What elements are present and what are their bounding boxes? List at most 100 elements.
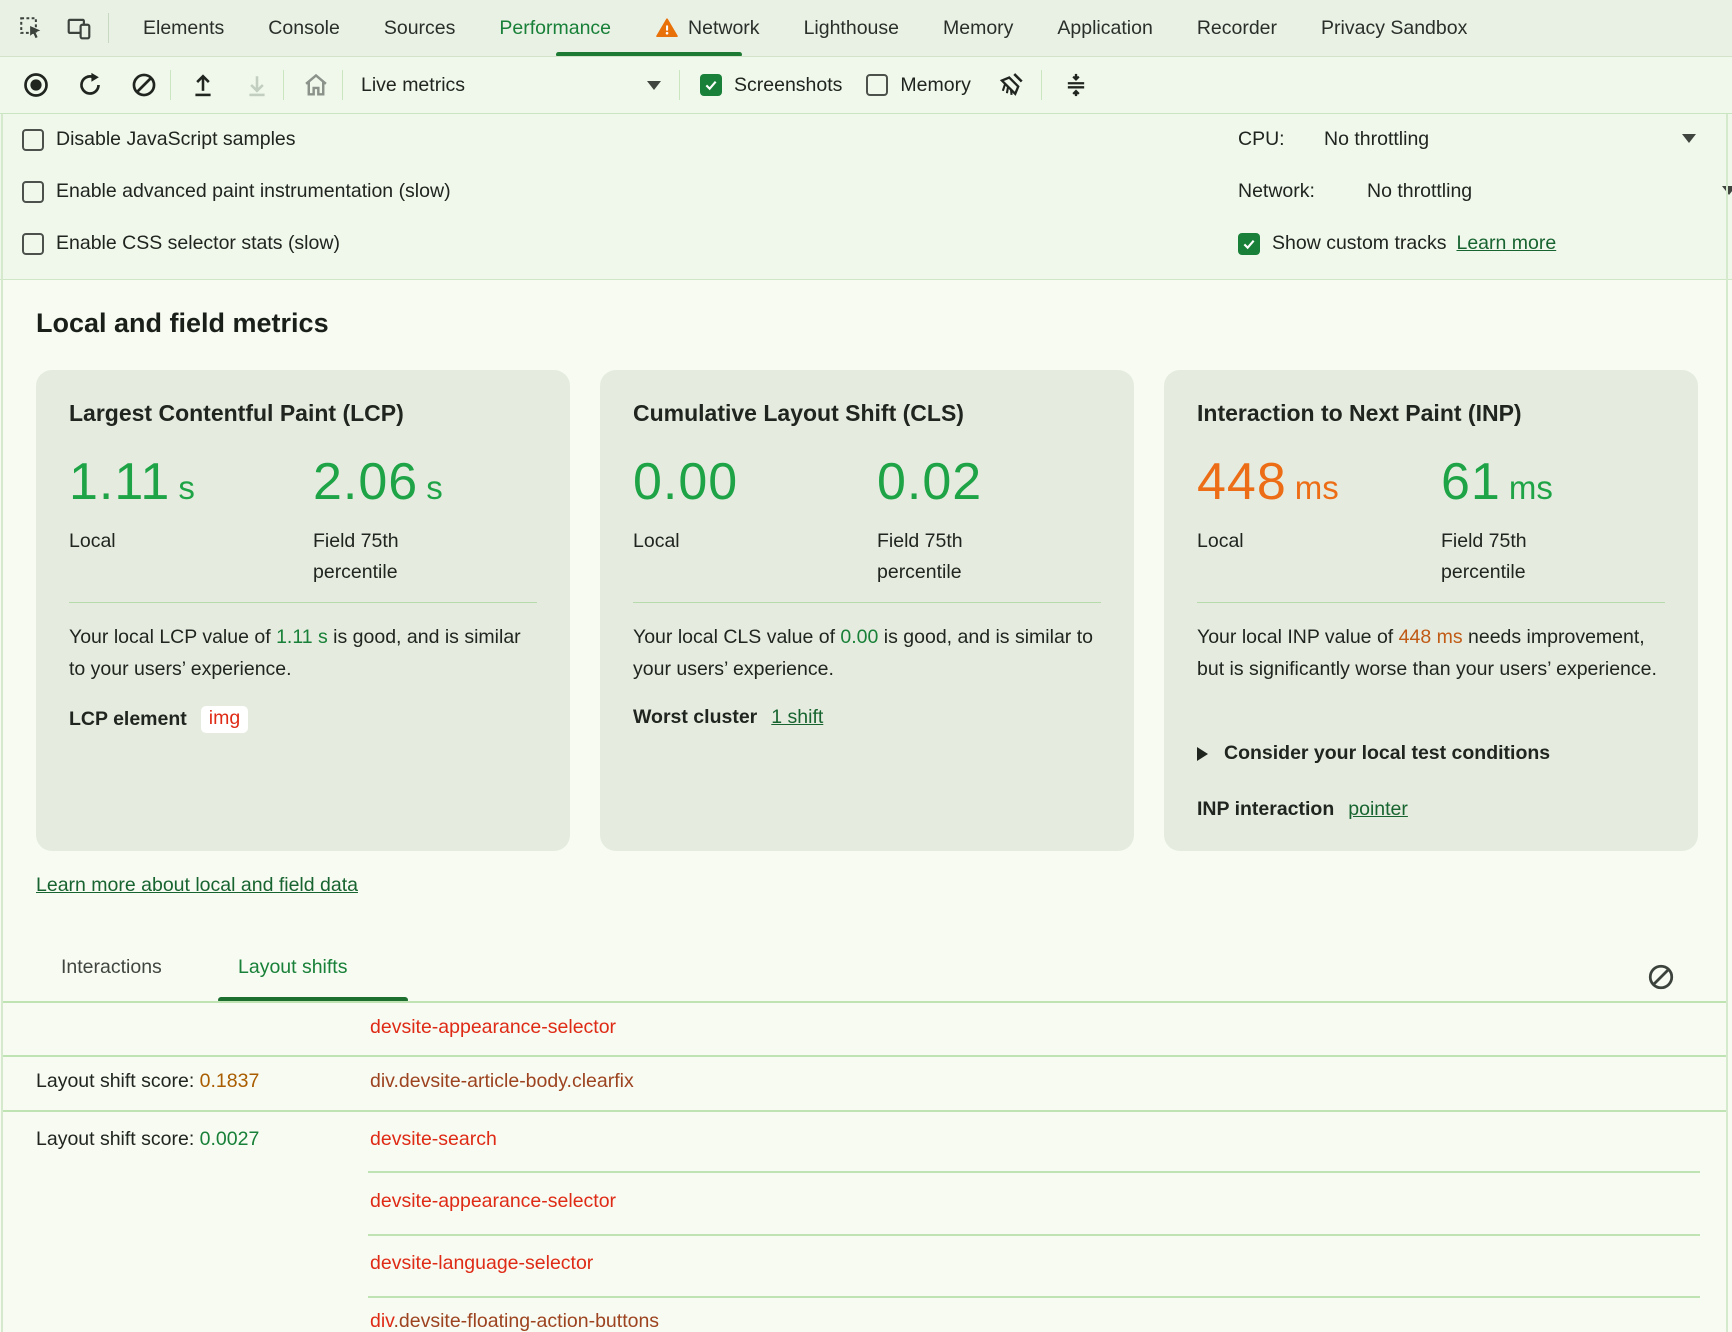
tab-interactions[interactable]: Interactions [61, 956, 162, 979]
devtools-tabbar: Elements Console Sources Performance Net… [0, 0, 1732, 57]
tab-recorder[interactable]: Recorder [1175, 0, 1299, 56]
divider [1197, 602, 1665, 603]
inp-card-title: Interaction to Next Paint (INP) [1197, 400, 1522, 427]
tab-performance[interactable]: Performance [477, 0, 633, 56]
divider [368, 1296, 1700, 1298]
inp-card: Interaction to Next Paint (INP) 448ms Lo… [1164, 370, 1698, 851]
garbage-collect-icon[interactable] [995, 69, 1027, 101]
layout-shift-node-link[interactable]: div.devsite-article-body.clearfix [370, 1070, 634, 1093]
divider [170, 70, 171, 100]
warning-triangle-icon [655, 16, 679, 40]
layout-shift-node-link[interactable]: div.devsite-floating-action-buttons [370, 1310, 659, 1332]
live-metrics-view: Local and field metrics Largest Contentf… [0, 280, 1732, 1332]
performance-toolbar: Live metrics Screenshots Memory [0, 57, 1732, 114]
tab-network[interactable]: Network [633, 0, 782, 56]
divider [342, 70, 343, 100]
inp-field-value: 61ms Field 75th percentile [1441, 452, 1591, 588]
screenshots-label: Screenshots [734, 74, 842, 97]
lcp-element-row: LCP element img [69, 706, 248, 733]
panel-tabs: Elements Console Sources Performance Net… [121, 0, 1489, 56]
divider [633, 602, 1101, 603]
layout-shift-node-link[interactable]: devsite-search [370, 1128, 497, 1151]
live-metrics-label: Live metrics [361, 74, 465, 97]
local-test-conditions-expander[interactable]: Consider your local test conditions [1197, 742, 1550, 765]
divider [368, 1171, 1700, 1173]
memory-checkbox[interactable]: Memory [866, 74, 970, 97]
cls-field-value: 0.02 Field 75th percentile [877, 452, 1027, 588]
layout-shift-node-link[interactable]: devsite-language-selector [370, 1252, 593, 1275]
cls-summary: Your local CLS value of 0.00 is good, an… [633, 622, 1103, 685]
lcp-card: Largest Contentful Paint (LCP) 1.11s Loc… [36, 370, 570, 851]
custom-tracks-label: Show custom tracks [1272, 232, 1446, 255]
inp-interaction-link[interactable]: pointer [1348, 798, 1408, 821]
capture-settings-section: Disable JavaScript samples Enable advanc… [0, 114, 1732, 280]
upload-profile-icon[interactable] [187, 69, 219, 101]
network-label: Network: [1238, 180, 1315, 203]
checkbox-unchecked-icon [22, 181, 44, 203]
advanced-paint-checkbox[interactable]: Enable advanced paint instrumentation (s… [22, 180, 451, 203]
tab-console[interactable]: Console [246, 0, 362, 56]
memory-label: Memory [900, 74, 970, 97]
worst-cluster-link[interactable]: 1 shift [771, 706, 823, 729]
tab-layout-shifts[interactable]: Layout shifts [238, 956, 347, 979]
download-profile-icon [241, 69, 273, 101]
tab-privacy-sandbox[interactable]: Privacy Sandbox [1299, 0, 1489, 56]
cls-card: Cumulative Layout Shift (CLS) 0.00 Local… [600, 370, 1134, 851]
tab-sources[interactable]: Sources [362, 0, 478, 56]
layout-shift-node-link[interactable]: devsite-appearance-selector [370, 1016, 616, 1039]
cls-local-value: 0.00 Local [633, 452, 783, 557]
divider [283, 70, 284, 100]
lcp-field-value: 2.06s Field 75th percentile [313, 452, 463, 588]
local-field-data-learn-more-link[interactable]: Learn more about local and field data [36, 874, 358, 897]
checkbox-unchecked-icon [866, 74, 888, 96]
divider [368, 1234, 1700, 1236]
cpu-label: CPU: [1238, 128, 1285, 151]
clear-icon[interactable] [128, 69, 160, 101]
lcp-summary: Your local LCP value of 1.11 s is good, … [69, 622, 539, 685]
chevron-down-icon[interactable] [1682, 134, 1696, 143]
cls-card-title: Cumulative Layout Shift (CLS) [633, 400, 964, 427]
collapse-shortcuts-icon[interactable] [1060, 69, 1092, 101]
custom-tracks-learn-more-link[interactable]: Learn more [1456, 232, 1556, 255]
worst-cluster-row: Worst cluster 1 shift [633, 706, 823, 729]
divider [69, 602, 537, 603]
tab-application[interactable]: Application [1035, 0, 1174, 56]
network-throttling-select[interactable]: No throttling [1367, 180, 1472, 203]
checkbox-unchecked-icon [22, 233, 44, 255]
checkbox-checked-icon [1238, 233, 1260, 255]
lcp-local-value: 1.11s Local [69, 452, 219, 557]
cpu-throttling-select[interactable]: No throttling [1324, 128, 1429, 151]
device-toolbar-icon[interactable] [62, 11, 96, 45]
lcp-card-title: Largest Contentful Paint (LCP) [69, 400, 404, 427]
reload-record-icon[interactable] [74, 69, 106, 101]
divider [108, 13, 109, 43]
triangle-right-icon [1197, 747, 1208, 761]
live-metrics-home-icon[interactable] [300, 69, 332, 101]
divider [3, 1055, 1727, 1057]
disable-js-samples-checkbox[interactable]: Disable JavaScript samples [22, 128, 296, 151]
show-custom-tracks-checkbox[interactable]: Show custom tracks Learn more [1238, 232, 1556, 255]
tab-elements[interactable]: Elements [121, 0, 246, 56]
tab-lighthouse[interactable]: Lighthouse [782, 0, 921, 56]
css-selector-stats-checkbox[interactable]: Enable CSS selector stats (slow) [22, 232, 340, 255]
divider [679, 70, 680, 100]
screenshots-checkbox[interactable]: Screenshots [700, 74, 842, 97]
tab-memory[interactable]: Memory [921, 0, 1035, 56]
layout-shift-score: Layout shift score: 0.0027 [36, 1128, 259, 1151]
checkbox-checked-icon [700, 74, 722, 96]
divider [1041, 70, 1042, 100]
inspect-cursor-icon[interactable] [14, 11, 48, 45]
layout-shift-score: Layout shift score: 0.1837 [36, 1070, 259, 1093]
clear-log-icon[interactable] [1646, 962, 1676, 992]
layout-shift-node-link[interactable]: devsite-appearance-selector [370, 1190, 616, 1213]
page-title: Local and field metrics [36, 308, 329, 339]
live-metrics-dropdown[interactable]: Live metrics [361, 74, 661, 97]
inp-local-value: 448ms Local [1197, 452, 1347, 557]
inp-summary: Your local INP value of 448 ms needs imp… [1197, 622, 1667, 685]
panel-right-border [1726, 114, 1728, 1332]
lcp-element-node-link[interactable]: img [201, 706, 248, 733]
checkbox-unchecked-icon [22, 129, 44, 151]
inp-interaction-row: INP interaction pointer [1197, 798, 1408, 821]
record-icon[interactable] [20, 69, 52, 101]
chevron-down-icon [647, 81, 661, 90]
